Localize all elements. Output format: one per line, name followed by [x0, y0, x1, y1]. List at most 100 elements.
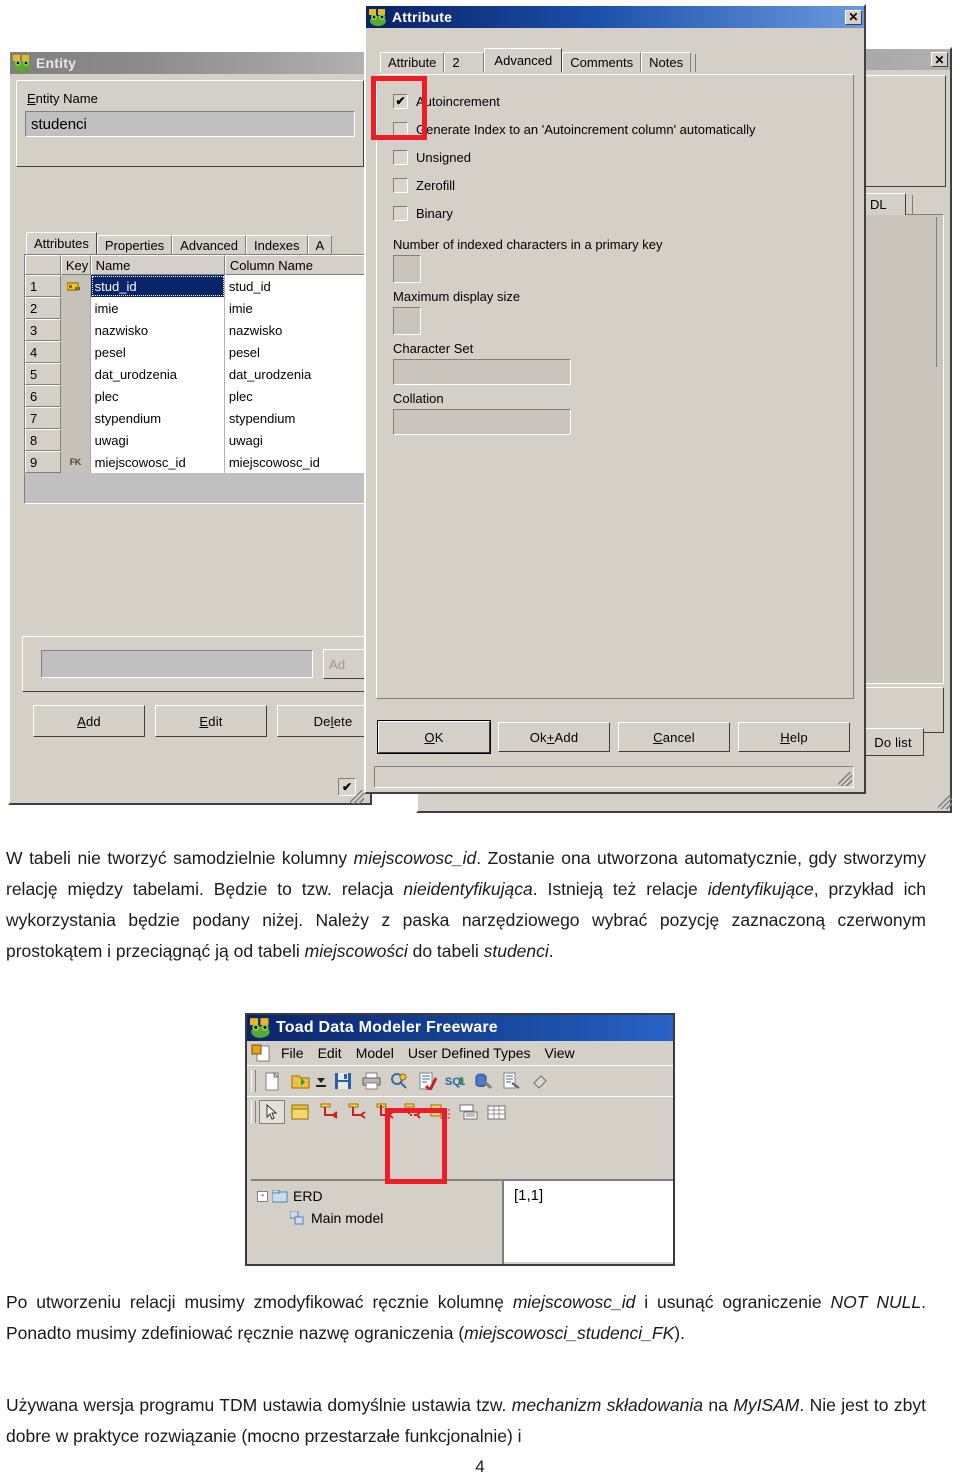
attribute-ok-button[interactable]: OK [377, 720, 491, 754]
checkbox-row[interactable]: Zerofill [393, 171, 843, 199]
entity-dialog-sizegrip[interactable] [350, 790, 364, 804]
toad-toolbar-row-1[interactable]: SQL [247, 1065, 673, 1096]
attribute-dialog-sizegrip[interactable] [838, 772, 852, 786]
field-input-number-of-indexed-characters-in-a-primary-key[interactable] [393, 255, 421, 283]
non-identifying-relationship-icon[interactable] [343, 1100, 369, 1124]
toolbar-gripper[interactable] [251, 1070, 256, 1092]
toad-toolbar-row-2[interactable] [247, 1096, 673, 1127]
field-input-character-set[interactable] [393, 359, 571, 385]
entity-edit-button[interactable]: Edit [155, 705, 267, 737]
search-model-icon[interactable] [386, 1069, 412, 1093]
field-input-collation[interactable] [393, 409, 571, 435]
toolbar-gripper-2[interactable] [251, 1101, 256, 1123]
entity-quickadd-input[interactable] [41, 650, 313, 678]
attribute-okadd-button[interactable]: Ok+Add [498, 722, 610, 752]
background-window-close-button[interactable]: ✕ [931, 52, 948, 67]
column-name-cell[interactable]: miejscowosc_id [224, 451, 369, 473]
table-row[interactable]: 2 imie imie [25, 297, 369, 319]
save-disk-icon[interactable] [330, 1069, 356, 1093]
report-icon[interactable] [498, 1069, 524, 1093]
attribute-dialog-close-button[interactable]: ✕ [845, 9, 862, 25]
attribute-name-cell[interactable]: pesel [90, 341, 225, 363]
attribute-name-cell[interactable]: dat_urodzenia [90, 363, 225, 385]
new-document-icon[interactable] [259, 1069, 285, 1093]
attribute-help-button[interactable]: Help [738, 722, 850, 752]
tab-properties[interactable]: Properties [96, 235, 173, 254]
attribute-name-cell[interactable]: stypendium [90, 407, 225, 429]
reverse-engineer-icon[interactable] [470, 1069, 496, 1093]
dropdown-arrow-icon[interactable] [315, 1069, 328, 1093]
attribute-name-cell[interactable]: nazwisko [90, 319, 225, 341]
column-name-cell[interactable]: nazwisko [224, 319, 369, 341]
tab-more[interactable]: A [307, 235, 333, 254]
column-name-cell[interactable]: pesel [224, 341, 369, 363]
grid-body[interactable]: 1 stud_id stud_id 2 imie imie 3 nazwisko nazwisk… [25, 275, 369, 473]
tab-advanced[interactable]: Advanced [172, 235, 246, 254]
checkbox-zerofill[interactable] [393, 177, 408, 193]
tree-expander-icon[interactable]: - [257, 1190, 268, 1202]
menu-item-user-defined-types[interactable]: User Defined Types [401, 1045, 538, 1061]
tree-item-main-model[interactable]: Main model [251, 1207, 502, 1229]
entity-icon[interactable] [287, 1100, 313, 1124]
checkbox-row[interactable]: Unsigned [393, 143, 843, 171]
table-row[interactable]: 4 pesel pesel [25, 341, 369, 363]
table-row[interactable]: 6 plec plec [25, 385, 369, 407]
menu-item-file[interactable]: File [274, 1045, 311, 1061]
menu-item-edit[interactable]: Edit [311, 1045, 349, 1061]
tab-attribute[interactable]: Attribute [380, 52, 445, 72]
background-window-sizegrip[interactable] [938, 795, 952, 809]
table-row[interactable]: 7 stypendium stypendium [25, 407, 369, 429]
table-row[interactable]: 8 uwagi uwagi [25, 429, 369, 451]
table-row[interactable]: 3 nazwisko nazwisko [25, 319, 369, 341]
checkbox-row[interactable]: ✔ Autoincrement [393, 87, 843, 115]
toad-canvas[interactable]: [1,1] [504, 1181, 673, 1262]
tab-advanced[interactable]: Advanced [484, 48, 563, 72]
menu-item-view[interactable]: View [538, 1045, 582, 1061]
menu-item-model[interactable]: Model [349, 1045, 401, 1061]
table-row[interactable]: 9 FK miejscowosc_id miejscowosc_id [25, 451, 369, 473]
table-row[interactable]: 5 dat_urodzenia dat_urodzenia [25, 363, 369, 385]
column-name-cell[interactable]: uwagi [224, 429, 369, 451]
tab-attributes[interactable]: Attributes [26, 232, 97, 254]
checkbox-row[interactable]: Binary [393, 199, 843, 227]
background-window-tab-ddl[interactable]: DL [862, 193, 906, 215]
table-icon[interactable] [483, 1100, 509, 1124]
tab-2[interactable]: 2 [444, 52, 485, 72]
column-name-cell[interactable]: dat_urodzenia [224, 363, 369, 385]
tab-indexes[interactable]: Indexes [246, 235, 308, 254]
open-folder-icon[interactable] [287, 1069, 313, 1093]
verify-model-icon[interactable] [414, 1069, 440, 1093]
tab-comments[interactable]: Comments [562, 52, 642, 72]
sql-icon[interactable]: SQL [442, 1069, 468, 1093]
tree-item-erd[interactable]: - ERD [251, 1185, 502, 1207]
column-name-cell[interactable]: imie [224, 297, 369, 319]
column-name-cell[interactable]: stud_id [224, 275, 369, 297]
checkbox-row[interactable]: Generate Index to an 'Autoincrement colu… [393, 115, 843, 143]
tab-notes[interactable]: Notes [641, 52, 692, 72]
attribute-name-cell[interactable]: plec [90, 385, 225, 407]
attribute-name-cell[interactable]: miejscowosc_id [90, 451, 225, 473]
attribute-cancel-button[interactable]: Cancel [618, 722, 730, 752]
attribute-field-list[interactable]: Number of indexed characters in a primar… [393, 231, 843, 435]
column-name-cell[interactable]: plec [224, 385, 369, 407]
print-icon[interactable] [358, 1069, 384, 1093]
checkbox-unsigned[interactable] [393, 149, 408, 165]
attribute-checkbox-list[interactable]: ✔ Autoincrement Generate Index to an 'Auto… [393, 87, 843, 227]
attribute-name-cell[interactable]: stud_id [90, 275, 225, 297]
table-row[interactable]: 1 stud_id stud_id [25, 275, 369, 297]
view-icon[interactable] [455, 1100, 481, 1124]
eraser-icon[interactable] [526, 1069, 552, 1093]
attribute-name-cell[interactable]: uwagi [90, 429, 225, 451]
checkbox-binary[interactable] [393, 205, 408, 221]
do-list-button-visible[interactable]: Do list [862, 728, 924, 756]
column-name-cell[interactable]: stypendium [224, 407, 369, 429]
entity-attributes-grid[interactable]: Key Name Column Name 1 stud_id stud_id 2 imi… [25, 255, 369, 473]
entity-name-input[interactable]: studenci [25, 111, 355, 137]
identifying-relationship-icon[interactable] [315, 1100, 341, 1124]
field-input-maximum-display-size[interactable] [393, 307, 421, 335]
attribute-name-cell[interactable]: imie [90, 297, 225, 319]
toad-model-explorer[interactable]: - ERD Main model [251, 1181, 504, 1264]
toad-menubar[interactable]: File Edit Model User Defined Types View [247, 1041, 673, 1065]
entity-add-button[interactable]: Add [33, 705, 145, 737]
pointer-icon[interactable] [259, 1100, 285, 1124]
